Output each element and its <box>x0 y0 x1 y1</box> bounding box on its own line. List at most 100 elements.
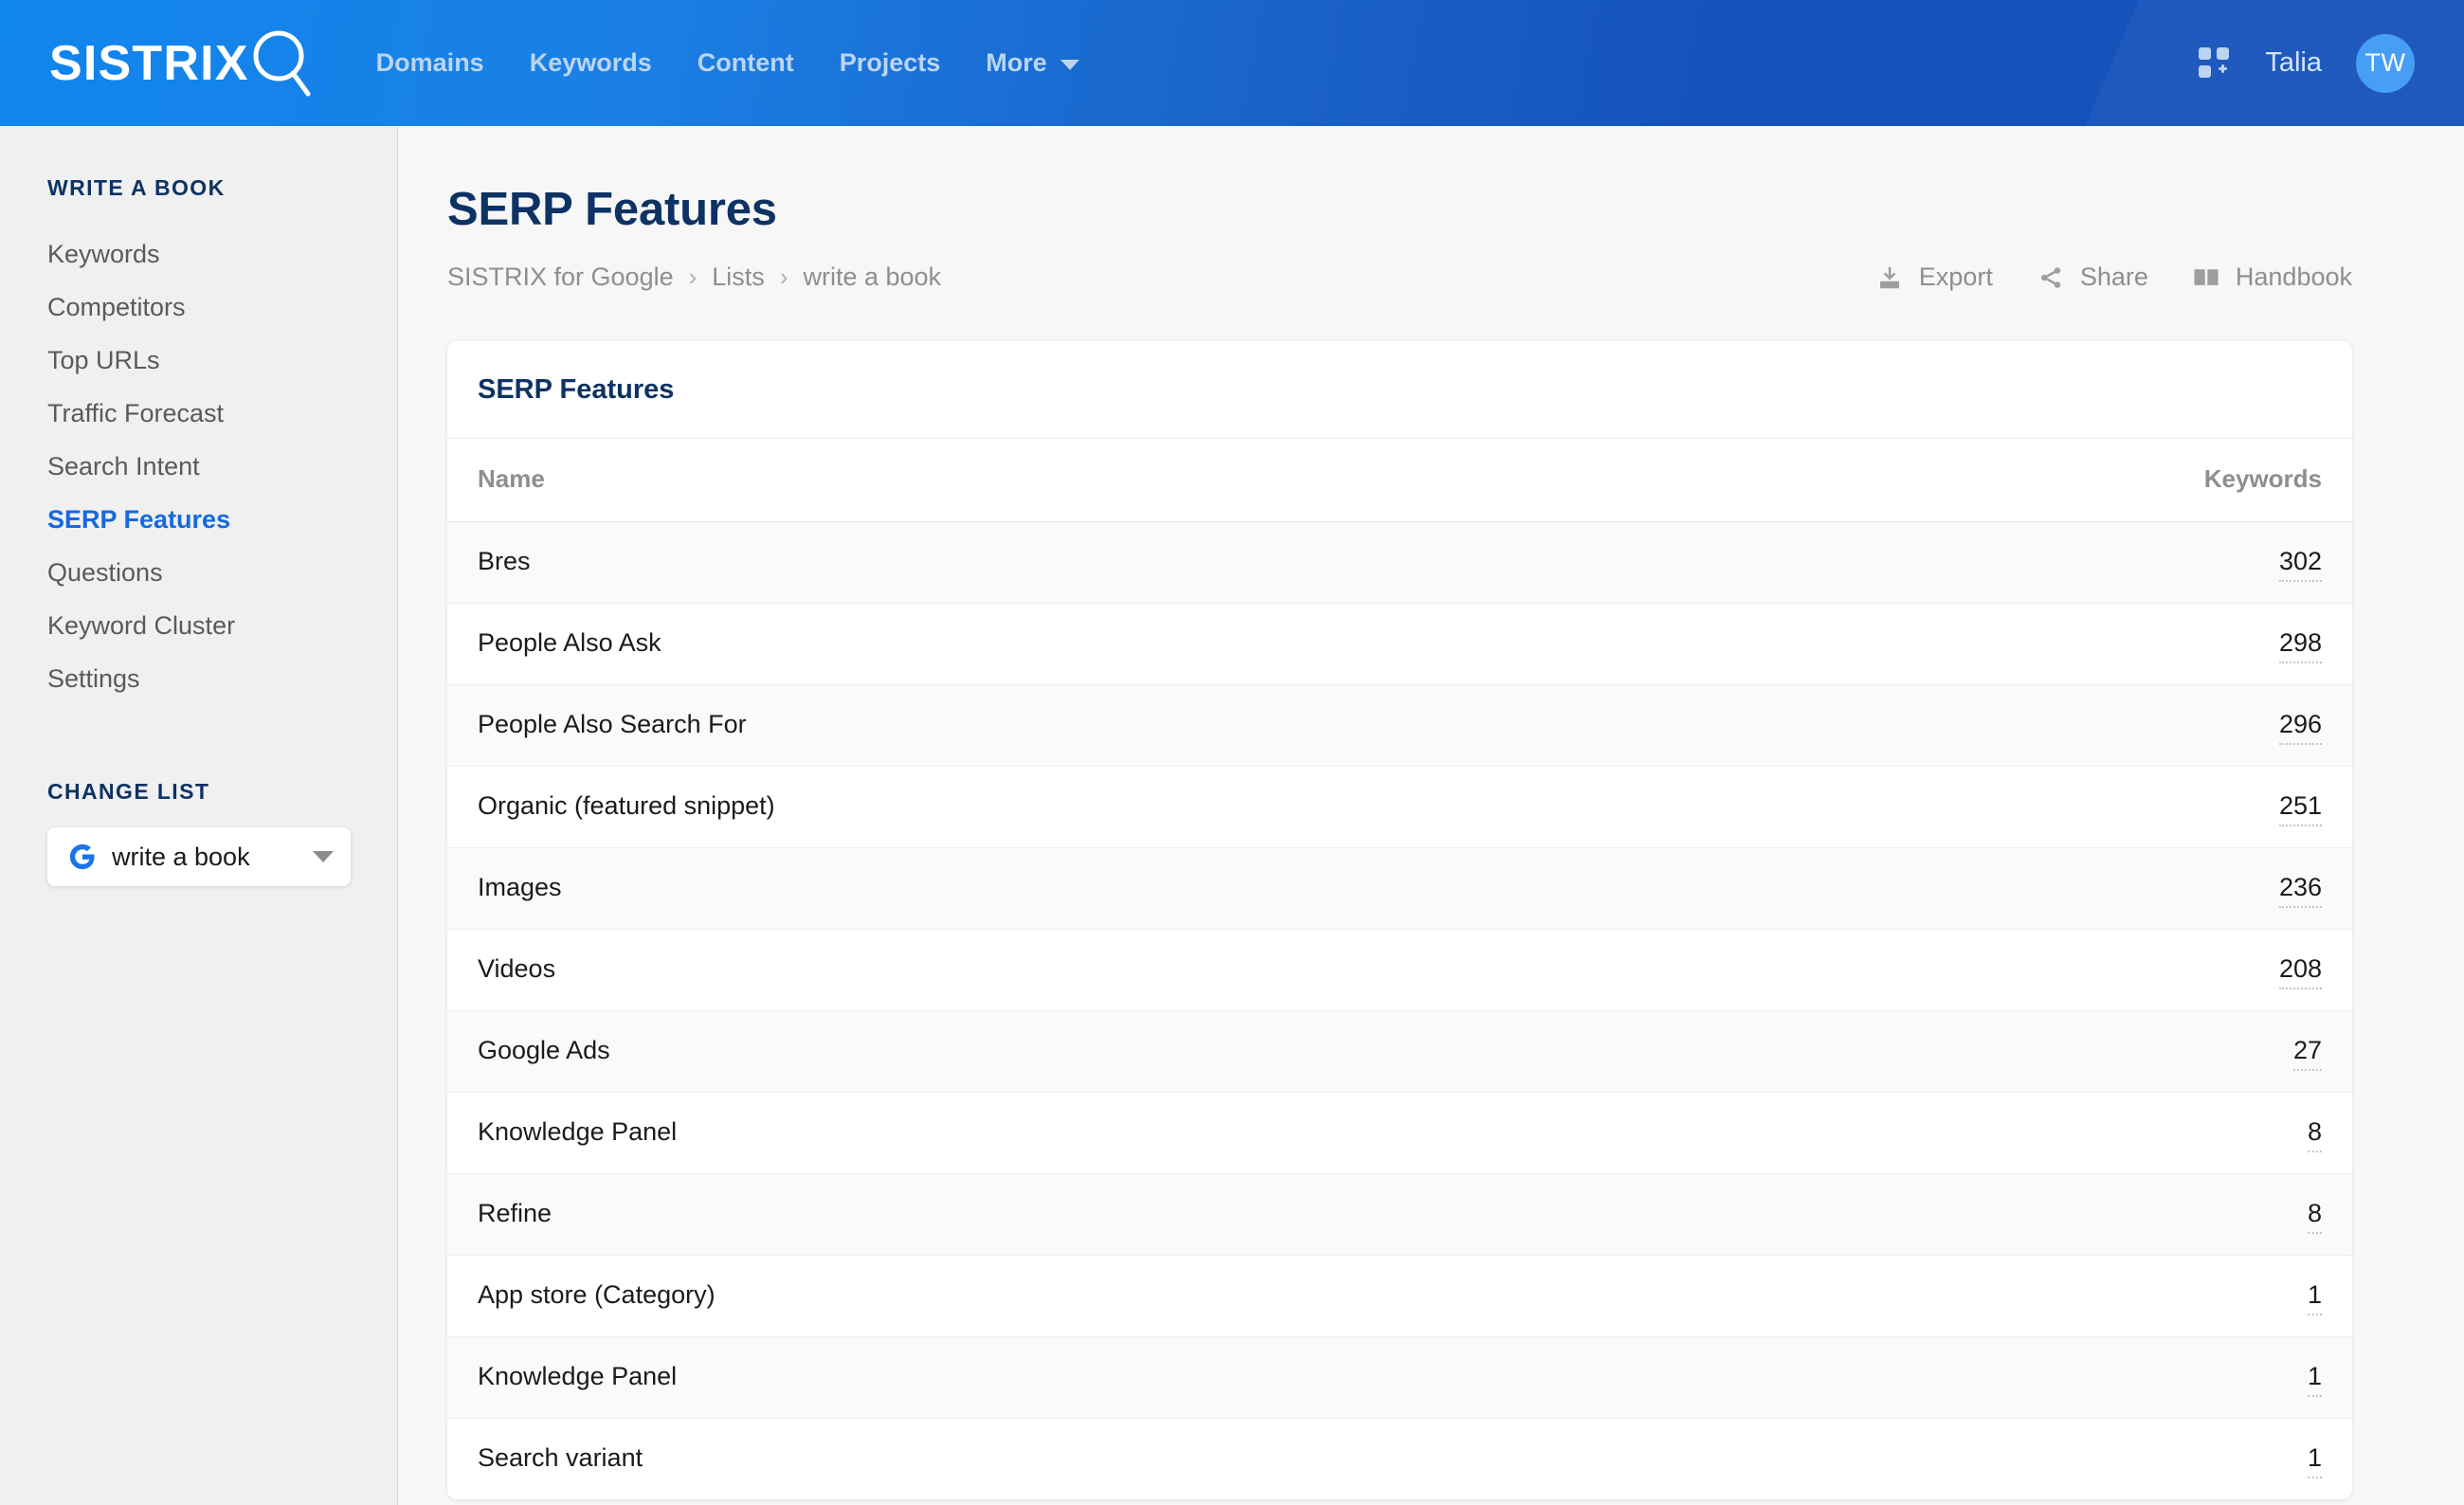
sidebar-item-serp-features[interactable]: SERP Features <box>0 493 397 546</box>
table-row[interactable]: People Also Search For 296 <box>447 684 2352 767</box>
keywords-value[interactable]: 1 <box>2307 1443 2322 1478</box>
change-list-dropdown[interactable]: write a book <box>47 827 351 886</box>
table-body: Bres 302 People Also Ask 298 People Also… <box>447 521 2352 1499</box>
keywords-value[interactable]: 251 <box>2278 791 2322 826</box>
table-row[interactable]: Knowledge Panel 8 <box>447 1092 2352 1174</box>
table-row[interactable]: Organic (featured snippet) 251 <box>447 766 2352 848</box>
keywords-value[interactable]: 298 <box>2278 628 2322 663</box>
share-button[interactable]: Share <box>2037 263 2148 292</box>
change-list-value: write a book <box>112 842 250 871</box>
top-navigation-bar: SISTRIX Domains Keywords Content Project… <box>0 0 2464 126</box>
chevron-down-icon <box>313 851 334 862</box>
keywords-value[interactable]: 8 <box>2307 1117 2322 1152</box>
chevron-down-icon <box>1060 59 1079 70</box>
cell-name: People Also Search For <box>447 684 1719 767</box>
breadcrumb-item-lists[interactable]: Lists <box>712 263 765 292</box>
table-header-row: Name Keywords <box>447 439 2352 522</box>
serp-features-card: SERP Features Name Keywords Bres 302 Peo… <box>447 341 2352 1499</box>
nav-label: More <box>986 48 1047 77</box>
cell-name: Search variant <box>447 1418 1719 1499</box>
column-header-name[interactable]: Name <box>447 439 1719 522</box>
cell-name: Images <box>447 847 1719 930</box>
logo-wordmark: SISTRIX <box>49 35 249 91</box>
keywords-value[interactable]: 8 <box>2307 1199 2322 1234</box>
cell-keywords: 1 <box>1718 1418 2352 1499</box>
sidebar-item-top-urls[interactable]: Top URLs <box>0 334 397 387</box>
nav-label: Keywords <box>529 48 652 77</box>
keywords-value[interactable]: 27 <box>2292 1036 2322 1071</box>
table-head: Name Keywords <box>447 439 2352 522</box>
subheader-row: SISTRIX for Google › Lists › write a boo… <box>447 263 2352 292</box>
table-row[interactable]: People Also Ask 298 <box>447 603 2352 685</box>
cell-keywords: 8 <box>1718 1092 2352 1174</box>
page-actions: Export Share Handbook <box>1875 263 2352 292</box>
sidebar-item-keyword-cluster[interactable]: Keyword Cluster <box>0 599 397 652</box>
nav-item-keywords[interactable]: Keywords <box>507 50 675 76</box>
cell-keywords: 27 <box>1718 1010 2352 1093</box>
page-title: SERP Features <box>447 184 777 235</box>
sidebar-item-competitors[interactable]: Competitors <box>0 281 397 334</box>
sidebar-item-keywords[interactable]: Keywords <box>0 227 397 281</box>
account-name[interactable]: Talia <box>2265 47 2322 79</box>
cell-keywords: 302 <box>1718 521 2352 604</box>
keywords-value[interactable]: 1 <box>2307 1362 2322 1397</box>
cell-keywords: 208 <box>1718 929 2352 1011</box>
cell-keywords: 298 <box>1718 603 2352 685</box>
sistrix-logo[interactable]: SISTRIX <box>49 0 314 126</box>
column-header-keywords[interactable]: Keywords <box>1718 439 2352 522</box>
sidebar-change-list-title: CHANGE LIST <box>47 779 210 804</box>
table-row[interactable]: App store (Category) 1 <box>447 1255 2352 1337</box>
book-icon <box>2192 263 2220 292</box>
table-row[interactable]: Refine 8 <box>447 1173 2352 1256</box>
nav-item-content[interactable]: Content <box>675 50 817 76</box>
table-row[interactable]: Images 236 <box>447 847 2352 930</box>
sidebar-item-questions[interactable]: Questions <box>0 546 397 599</box>
keywords-value[interactable]: 236 <box>2278 873 2322 908</box>
cell-name: Knowledge Panel <box>447 1336 1719 1419</box>
cell-name: Organic (featured snippet) <box>447 766 1719 848</box>
topbar-right-cluster: Talia TW <box>2199 33 2415 93</box>
page-body: WRITE A BOOK Keywords Competitors Top UR… <box>0 126 2464 1505</box>
download-icon <box>1875 263 1904 292</box>
cell-keywords: 236 <box>1718 847 2352 930</box>
card-title: SERP Features <box>447 341 2352 439</box>
keywords-value[interactable]: 1 <box>2307 1280 2322 1315</box>
cell-name: Refine <box>447 1173 1719 1256</box>
apps-grid-icon[interactable] <box>2199 46 2231 80</box>
nav-item-domains[interactable]: Domains <box>353 50 507 76</box>
table-row[interactable]: Bres 302 <box>447 521 2352 604</box>
cell-keywords: 251 <box>1718 766 2352 848</box>
cell-keywords: 1 <box>1718 1336 2352 1419</box>
nav-item-projects[interactable]: Projects <box>817 50 964 76</box>
table-row[interactable]: Search variant 1 <box>447 1418 2352 1499</box>
cell-name: Google Ads <box>447 1010 1719 1093</box>
share-label: Share <box>2079 263 2148 291</box>
cell-name: People Also Ask <box>447 603 1719 685</box>
breadcrumb-item-sistrix-for-google[interactable]: SISTRIX for Google <box>447 263 674 292</box>
cell-keywords: 1 <box>1718 1255 2352 1337</box>
cell-name: Knowledge Panel <box>447 1092 1719 1174</box>
export-button[interactable]: Export <box>1875 263 1993 292</box>
nav-item-more[interactable]: More <box>963 50 1102 76</box>
share-nodes-icon <box>2037 263 2065 292</box>
sidebar-item-settings[interactable]: Settings <box>0 652 397 705</box>
cell-name: Bres <box>447 521 1719 604</box>
google-g-icon <box>68 843 97 871</box>
sidebar-item-traffic-forecast[interactable]: Traffic Forecast <box>0 387 397 440</box>
handbook-label: Handbook <box>2235 263 2352 291</box>
table-row[interactable]: Videos 208 <box>447 929 2352 1011</box>
sidebar-item-search-intent[interactable]: Search Intent <box>0 440 397 493</box>
handbook-button[interactable]: Handbook <box>2192 263 2352 292</box>
keywords-value[interactable]: 302 <box>2278 547 2322 582</box>
nav-label: Content <box>697 48 794 77</box>
keywords-value[interactable]: 296 <box>2278 710 2322 745</box>
breadcrumb: SISTRIX for Google › Lists › write a boo… <box>447 263 941 292</box>
table-row[interactable]: Knowledge Panel 1 <box>447 1336 2352 1419</box>
table-row[interactable]: Google Ads 27 <box>447 1010 2352 1093</box>
nav-label: Domains <box>375 48 484 77</box>
cell-keywords: 8 <box>1718 1173 2352 1256</box>
breadcrumb-item-write-a-book: write a book <box>803 263 942 291</box>
export-label: Export <box>1918 263 1993 291</box>
avatar[interactable]: TW <box>2356 33 2415 93</box>
keywords-value[interactable]: 208 <box>2278 954 2322 989</box>
